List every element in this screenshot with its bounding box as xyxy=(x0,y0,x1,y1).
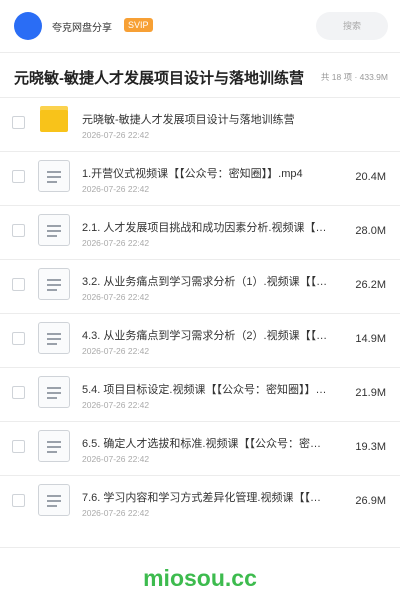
share-header: 夸克网盘分享 SVIP xyxy=(0,0,400,52)
row-size: 26.2M xyxy=(355,279,386,291)
row-date: 2026-07-26 22:42 xyxy=(82,508,150,518)
document-icon xyxy=(38,214,70,246)
row-date: 2026-07-26 22:42 xyxy=(82,184,150,194)
list-item-file[interactable]: 6.5. 确定人才选拔和标准.视频课【【公众号：密知圈】】.mp4 2026-0… xyxy=(0,422,400,476)
row-size: 28.0M xyxy=(355,225,386,237)
document-icon xyxy=(38,376,70,408)
document-icon xyxy=(38,322,70,354)
list-item-file[interactable]: 5.4. 项目目标设定.视频课【【公众号：密知圈】】.mp4 2026-07-2… xyxy=(0,368,400,422)
document-icon xyxy=(38,268,70,300)
row-size: 20.4M xyxy=(355,171,386,183)
search-input[interactable] xyxy=(316,12,388,40)
row-size: 21.9M xyxy=(355,387,386,399)
list-item-file[interactable]: 2.1. 人才发展项目挑战和成功因素分析.视频课【【公众号：密知圈】】.mp4 … xyxy=(0,206,400,260)
folder-icon xyxy=(40,106,68,132)
row-name: 7.6. 学习内容和学习方式差异化管理.视频课【【公众号：密知圈】】.mp4 xyxy=(82,492,328,504)
row-size: 14.9M xyxy=(355,333,386,345)
row-name: 元晓敏-敏捷人才发展项目设计与落地训练营 xyxy=(82,114,295,126)
row-checkbox[interactable] xyxy=(12,386,25,399)
row-name: 4.3. 从业务痛点到学习需求分析（2）.视频课【【公众号：密知圈】】.mp4 xyxy=(82,330,328,342)
avatar[interactable] xyxy=(14,12,42,40)
row-checkbox[interactable] xyxy=(12,332,25,345)
share-owner-name: 夸克网盘分享 xyxy=(52,23,112,34)
row-checkbox[interactable] xyxy=(12,494,25,507)
row-checkbox[interactable] xyxy=(12,116,25,129)
list-bottom-divider xyxy=(0,547,400,548)
row-date: 2026-07-26 22:42 xyxy=(82,238,150,248)
folder-title-row: 元晓敏-敏捷人才发展项目设计与落地训练营 共 18 项 · 433.9M xyxy=(0,53,400,97)
list-item-file[interactable]: 7.6. 学习内容和学习方式差异化管理.视频课【【公众号：密知圈】】.mp4 2… xyxy=(0,476,400,530)
row-date: 2026-07-26 22:42 xyxy=(82,130,150,140)
row-name: 5.4. 项目目标设定.视频课【【公众号：密知圈】】.mp4 xyxy=(82,384,328,396)
row-date: 2026-07-26 22:42 xyxy=(82,400,150,410)
document-icon xyxy=(38,430,70,462)
row-name: 1.开营仪式视频课【【公众号：密知圈】】.mp4 xyxy=(82,168,303,180)
list-item-file[interactable]: 3.2. 从业务痛点到学习需求分析（1）.视频课【【公众号：密知圈】】.mp4 … xyxy=(0,260,400,314)
row-checkbox[interactable] xyxy=(12,170,25,183)
list-item-file[interactable]: 4.3. 从业务痛点到学习需求分析（2）.视频课【【公众号：密知圈】】.mp4 … xyxy=(0,314,400,368)
row-name: 2.1. 人才发展项目挑战和成功因素分析.视频课【【公众号：密知圈】】.mp4 xyxy=(82,222,328,234)
row-size: 26.9M xyxy=(355,495,386,507)
row-checkbox[interactable] xyxy=(12,440,25,453)
list-item-folder[interactable]: 元晓敏-敏捷人才发展项目设计与落地训练营 2026-07-26 22:42 xyxy=(0,98,400,152)
row-date: 2026-07-26 22:42 xyxy=(82,454,150,464)
page-title: 元晓敏-敏捷人才发展项目设计与落地训练营 xyxy=(14,70,304,87)
document-icon xyxy=(38,484,70,516)
item-count-summary: 共 18 项 · 433.9M xyxy=(320,72,388,82)
row-checkbox[interactable] xyxy=(12,278,25,291)
site-watermark: miosou.cc xyxy=(143,565,257,591)
svip-badge: SVIP xyxy=(124,18,153,32)
row-checkbox[interactable] xyxy=(12,224,25,237)
row-name: 3.2. 从业务痛点到学习需求分析（1）.视频课【【公众号：密知圈】】.mp4 xyxy=(82,276,328,288)
row-date: 2026-07-26 22:42 xyxy=(82,292,150,302)
row-name: 6.5. 确定人才选拔和标准.视频课【【公众号：密知圈】】.mp4 xyxy=(82,438,328,450)
row-size: 19.3M xyxy=(355,441,386,453)
document-icon xyxy=(38,160,70,192)
row-date: 2026-07-26 22:42 xyxy=(82,346,150,356)
list-item-file[interactable]: 1.开营仪式视频课【【公众号：密知圈】】.mp4 2026-07-26 22:4… xyxy=(0,152,400,206)
